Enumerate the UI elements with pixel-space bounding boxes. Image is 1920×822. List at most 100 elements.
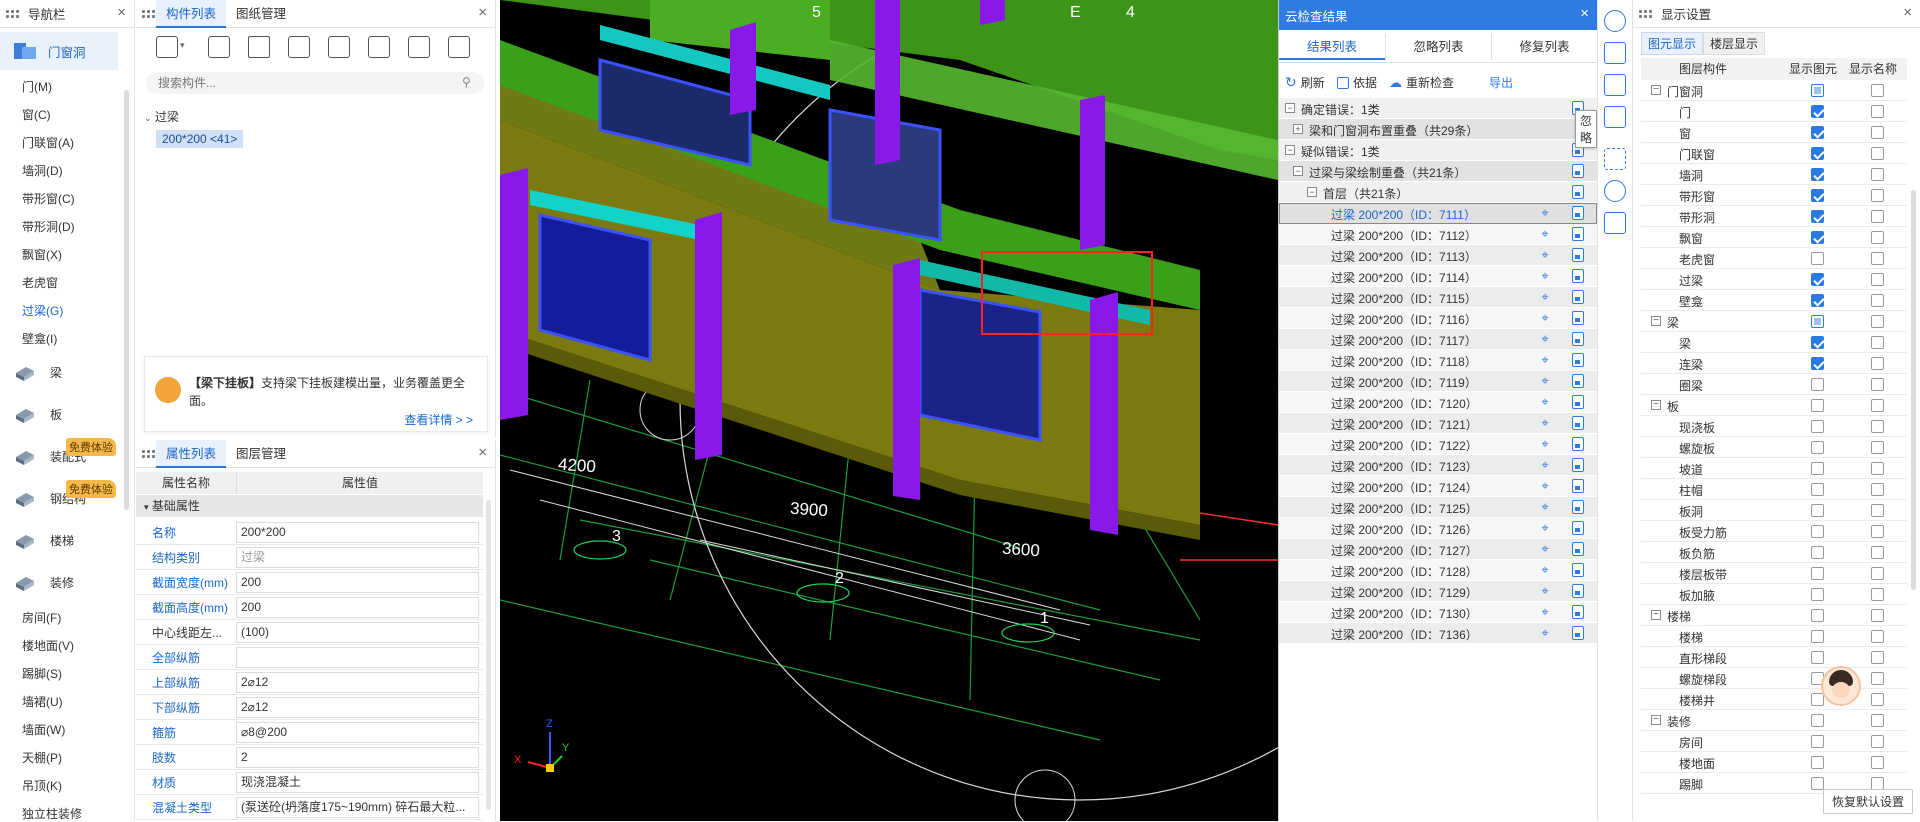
property-row[interactable]: 中心线距左... (100) xyxy=(136,620,483,645)
orbit-icon[interactable] xyxy=(1604,10,1626,32)
tab-result-list[interactable]: 结果列表 xyxy=(1279,34,1385,60)
3d-viewport[interactable]: 5 E 4 4200 3900 3600 3 2 1 Z Y X xyxy=(500,0,1278,821)
doc-icon[interactable] xyxy=(1572,416,1584,430)
result-item[interactable]: 过梁 200*200（ID：7128） ⌖ xyxy=(1279,560,1597,581)
drag-handle-icon[interactable] xyxy=(142,7,156,21)
nav-item-5[interactable]: 带形洞(D) xyxy=(22,218,75,235)
property-value[interactable]: 过梁 xyxy=(236,546,479,568)
show-name-checkbox[interactable] xyxy=(1871,168,1884,181)
nav-group-5[interactable]: 装修 xyxy=(0,562,120,602)
show-element-checkbox[interactable] xyxy=(1811,189,1824,202)
3d-view-icon[interactable] xyxy=(1604,74,1626,96)
show-element-checkbox[interactable] xyxy=(1811,651,1824,664)
property-value[interactable]: 2 xyxy=(236,746,479,768)
property-value[interactable]: 2⌀12 xyxy=(236,671,479,693)
component-search-input[interactable] xyxy=(146,72,484,94)
show-name-checkbox[interactable] xyxy=(1871,588,1884,601)
nav-item-2[interactable]: 门联窗(A) xyxy=(22,134,74,151)
show-name-checkbox[interactable] xyxy=(1871,630,1884,643)
show-element-checkbox[interactable] xyxy=(1811,525,1824,538)
tab-component-list[interactable]: 构件列表 xyxy=(156,0,227,28)
property-value[interactable] xyxy=(236,646,479,668)
property-row[interactable]: 上部纵筋 2⌀12 xyxy=(136,670,483,695)
collapse-icon[interactable]: − xyxy=(1651,715,1661,725)
recheck-button[interactable]: ☁ 重新检查 xyxy=(1389,74,1454,91)
nav-item-3[interactable]: 墙洞(D) xyxy=(22,162,63,179)
show-element-checkbox[interactable] xyxy=(1811,441,1824,454)
doc-icon[interactable] xyxy=(1572,563,1584,577)
show-element-checkbox[interactable] xyxy=(1811,147,1824,160)
nav-item2-3[interactable]: 墙裙(U) xyxy=(22,693,63,710)
nav-item2-6[interactable]: 吊顶(K) xyxy=(22,777,62,794)
zoom-extents-icon[interactable] xyxy=(1604,148,1626,170)
nav-item-6[interactable]: 飘窗(X) xyxy=(22,246,62,263)
show-element-checkbox[interactable] xyxy=(1811,105,1824,118)
show-element-checkbox[interactable] xyxy=(1811,336,1824,349)
collapse-icon[interactable]: − xyxy=(1285,145,1295,155)
nav-item2-2[interactable]: 踢脚(S) xyxy=(22,665,62,682)
show-name-checkbox[interactable] xyxy=(1871,462,1884,475)
result-item[interactable]: 过梁 200*200（ID：7117） ⌖ xyxy=(1279,329,1597,350)
notice-detail-link[interactable]: 查看详情 > > xyxy=(404,411,473,428)
property-row[interactable]: 材质 现浇混凝土 xyxy=(136,770,483,795)
result-item[interactable]: 过梁 200*200（ID：7114） ⌖ xyxy=(1279,266,1597,287)
show-name-checkbox[interactable] xyxy=(1871,420,1884,433)
tab-floor-display[interactable]: 楼层显示 xyxy=(1703,32,1766,55)
doc-icon[interactable] xyxy=(1572,605,1584,619)
locate-icon[interactable]: ⌖ xyxy=(1537,268,1553,284)
locate-icon[interactable]: ⌖ xyxy=(1537,352,1553,368)
property-value[interactable]: 200 xyxy=(236,571,479,593)
result-item[interactable]: 过梁 200*200（ID：7124） ⌖ xyxy=(1279,476,1597,497)
doc-icon[interactable] xyxy=(1572,206,1584,220)
tab-layer-management[interactable]: 图层管理 xyxy=(226,440,296,468)
nav-selected-door-window[interactable]: 门窗洞 xyxy=(0,32,118,70)
show-element-checkbox[interactable] xyxy=(1811,294,1824,307)
locate-icon[interactable]: ⌖ xyxy=(1537,478,1553,494)
list-icon[interactable] xyxy=(408,36,430,58)
locate-icon[interactable]: ⌖ xyxy=(1537,289,1553,305)
show-name-checkbox[interactable] xyxy=(1871,714,1884,727)
show-name-checkbox[interactable] xyxy=(1871,567,1884,580)
show-name-checkbox[interactable] xyxy=(1871,315,1884,328)
nav-item2-0[interactable]: 房间(F) xyxy=(22,609,61,626)
result-item[interactable]: 过梁 200*200（ID：7116） ⌖ xyxy=(1279,308,1597,329)
layer-copy-icon[interactable] xyxy=(328,36,350,58)
show-name-checkbox[interactable] xyxy=(1871,483,1884,496)
property-row[interactable]: 肢数 2 xyxy=(136,745,483,770)
close-icon[interactable]: × xyxy=(478,445,487,460)
duplicate-icon[interactable] xyxy=(288,36,310,58)
nav-item-7[interactable]: 老虎窗 xyxy=(22,274,58,291)
locate-icon[interactable]: ⌖ xyxy=(1537,604,1553,620)
result-item[interactable]: 过梁 200*200（ID：7119） ⌖ xyxy=(1279,371,1597,392)
result-item[interactable]: 过梁 200*200（ID：7112） ⌖ xyxy=(1279,224,1597,245)
property-value[interactable]: 200 xyxy=(236,596,479,618)
nav-scrollbar[interactable] xyxy=(124,90,129,510)
collapse-icon[interactable]: − xyxy=(1651,85,1661,95)
show-name-checkbox[interactable] xyxy=(1871,546,1884,559)
nav-item-0[interactable]: 门(M) xyxy=(22,78,52,95)
doc-icon[interactable] xyxy=(1572,458,1584,472)
drag-handle-icon[interactable] xyxy=(6,7,20,21)
tree-item-lintel-200x200[interactable]: 200*200 <41> xyxy=(156,130,244,148)
doc-icon[interactable] xyxy=(1572,164,1584,178)
show-element-checkbox[interactable] xyxy=(1811,168,1824,181)
result-item[interactable]: 过梁 200*200（ID：7136） ⌖ xyxy=(1279,623,1597,644)
locate-icon[interactable]: ⌖ xyxy=(1537,541,1553,557)
result-item[interactable]: 过梁 200*200（ID：7123） ⌖ xyxy=(1279,455,1597,476)
show-element-checkbox[interactable] xyxy=(1811,588,1824,601)
assistant-avatar[interactable] xyxy=(1821,666,1861,706)
property-row[interactable]: 箍筋 ⌀8@200 xyxy=(136,720,483,745)
property-row[interactable]: 截面高度(mm) 200 xyxy=(136,595,483,620)
result-item[interactable]: 过梁 200*200（ID：7126） ⌖ xyxy=(1279,518,1597,539)
export-button[interactable]: 导出 xyxy=(1489,74,1513,91)
locate-icon[interactable]: ⌖ xyxy=(1537,562,1553,578)
locate-icon[interactable]: ⌖ xyxy=(1537,415,1553,431)
show-name-checkbox[interactable] xyxy=(1871,126,1884,139)
result-item[interactable]: 过梁 200*200（ID：7125） ⌖ xyxy=(1279,497,1597,518)
disp-scrollbar[interactable] xyxy=(1911,190,1916,590)
show-name-checkbox[interactable] xyxy=(1871,693,1884,706)
show-name-checkbox[interactable] xyxy=(1871,294,1884,307)
nav-item-8[interactable]: 过梁(G) xyxy=(22,302,63,319)
locate-icon[interactable]: ⌖ xyxy=(1537,310,1553,326)
show-name-checkbox[interactable] xyxy=(1871,672,1884,685)
